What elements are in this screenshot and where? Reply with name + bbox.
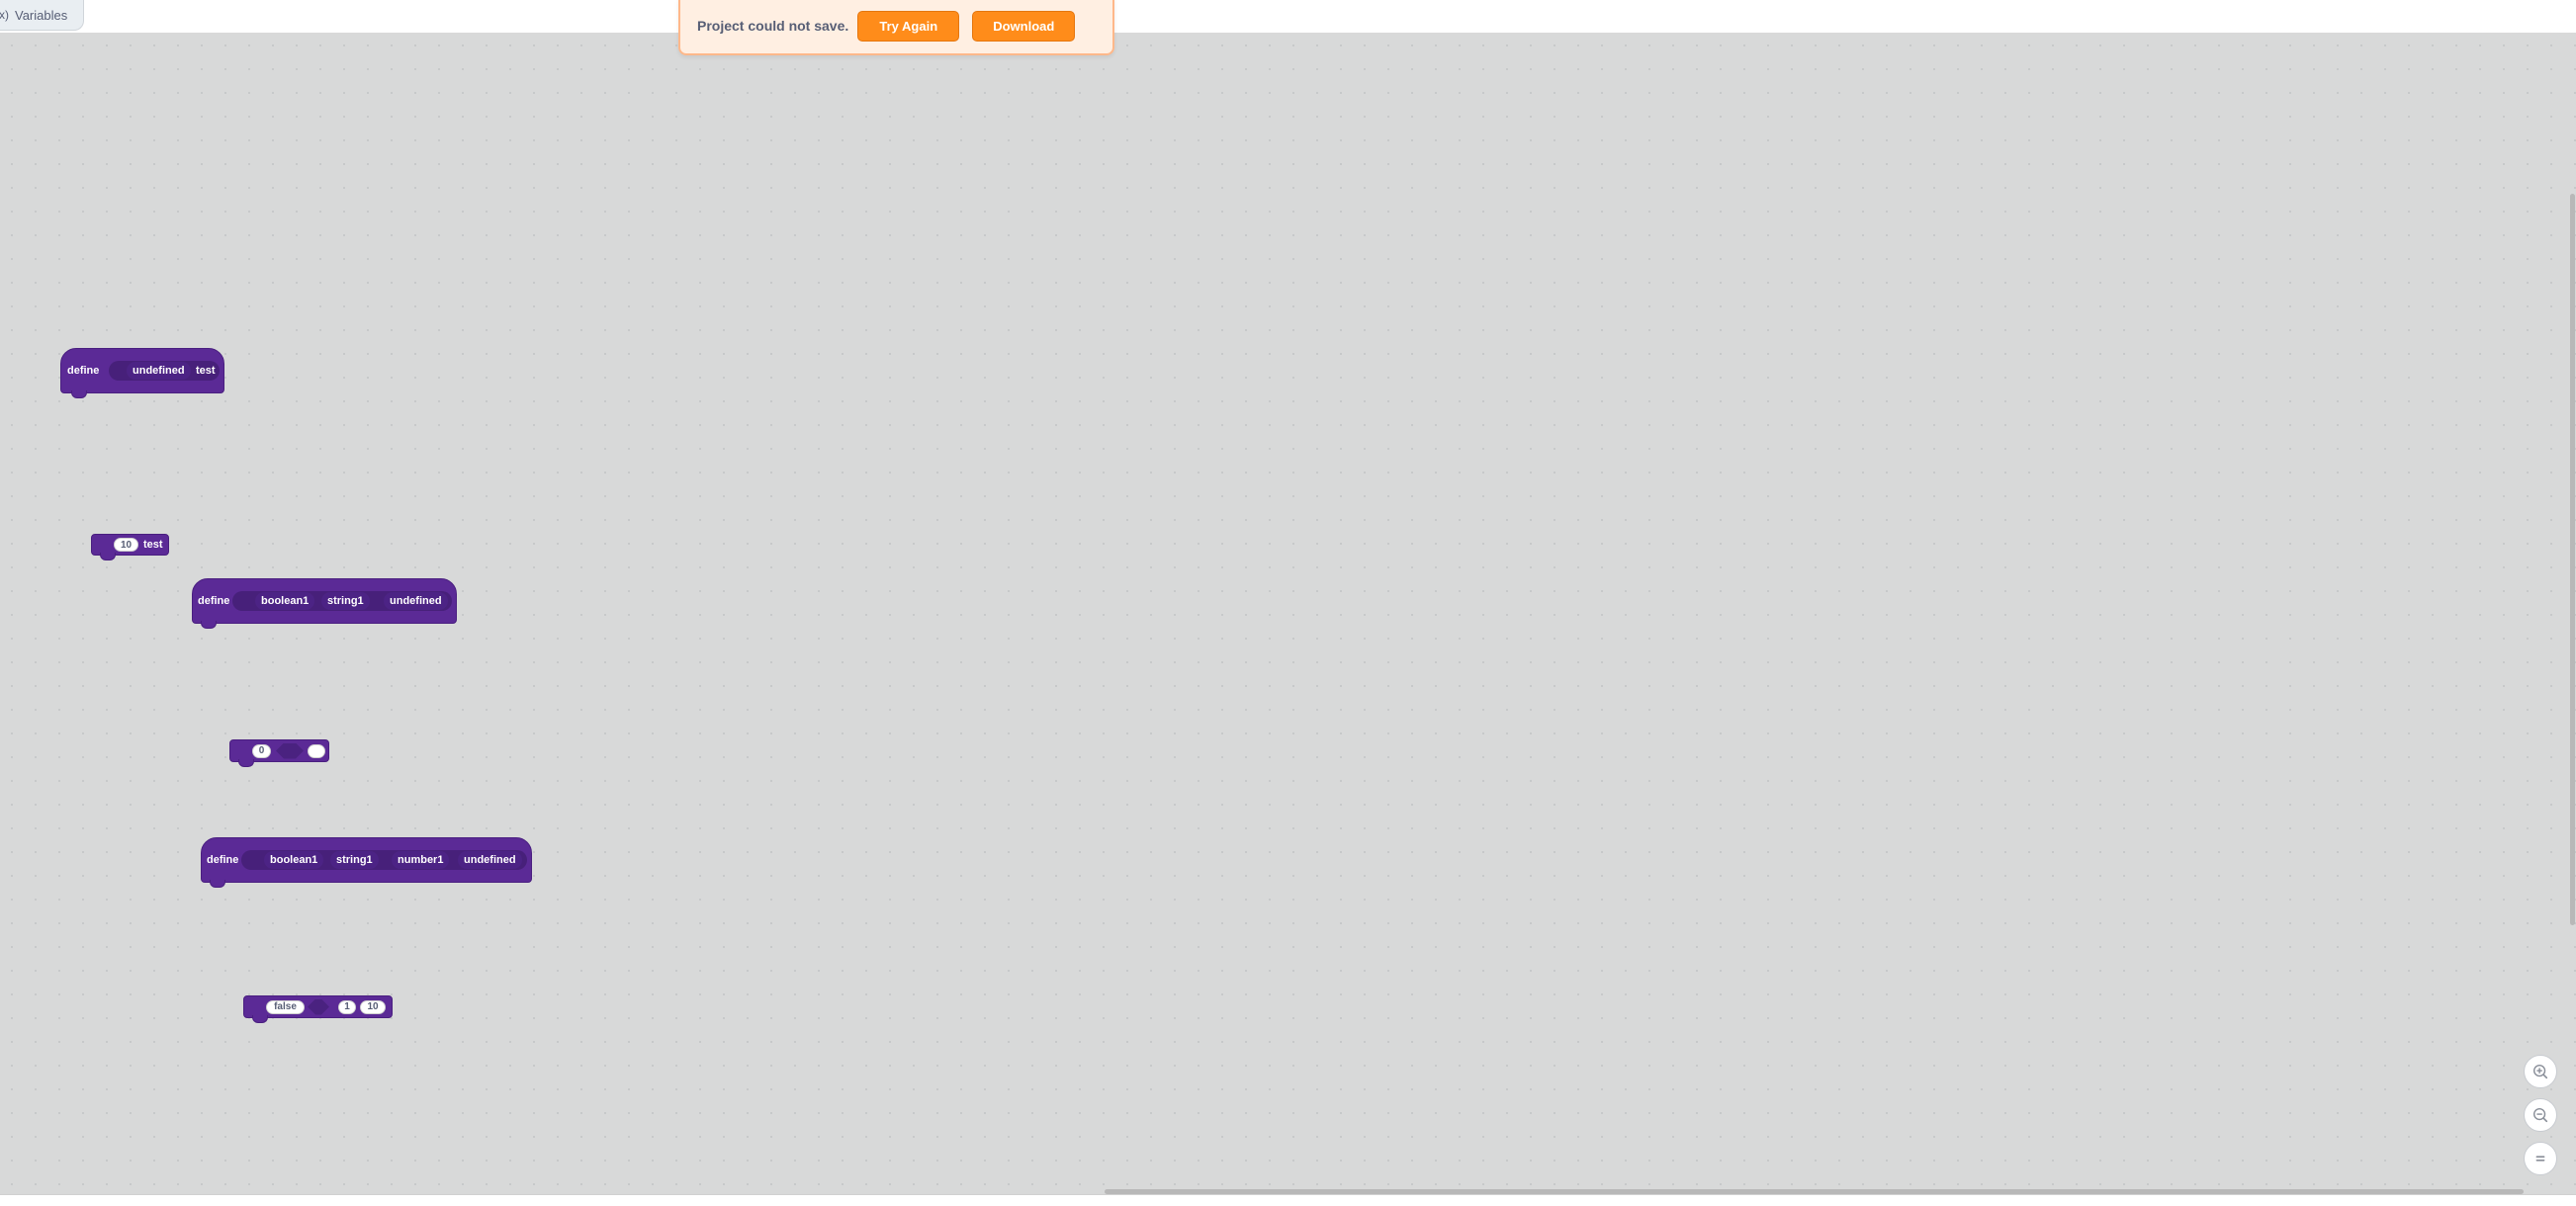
procedure-call-block[interactable]: 10 test xyxy=(91,534,169,560)
define-block[interactable]: define boolean1 string1 number1 undefine… xyxy=(201,837,532,888)
arg-reporter[interactable]: undefined xyxy=(384,592,448,610)
save-error-alert: Project could not save. Try Again Downlo… xyxy=(678,0,1114,55)
arg-reporter[interactable]: undefined xyxy=(458,851,522,869)
block-notch xyxy=(252,1015,268,1023)
procedure-call-block[interactable]: false 1 10 xyxy=(243,995,393,1023)
number-input[interactable]: 10 xyxy=(114,538,138,552)
download-button[interactable]: Download xyxy=(972,10,1076,42)
zoom-reset-icon xyxy=(2535,1156,2545,1162)
number-input[interactable]: 10 xyxy=(360,999,386,1014)
text-input[interactable]: false xyxy=(266,999,305,1014)
boolean-slot[interactable] xyxy=(276,743,304,759)
top-bar: x) Variables xyxy=(0,0,2576,34)
define-keyword: define xyxy=(198,595,230,607)
arg-reporter[interactable]: undefined xyxy=(127,362,191,380)
arg-reporter[interactable]: string1 xyxy=(330,851,379,869)
arg-reporter[interactable]: boolean1 xyxy=(264,851,324,869)
number-input[interactable]: 1 xyxy=(338,999,356,1014)
block-notch xyxy=(71,390,87,398)
arg-reporter[interactable]: string1 xyxy=(321,592,370,610)
arg-reporter[interactable]: boolean1 xyxy=(255,592,315,610)
tab-label: Variables xyxy=(15,7,68,23)
try-again-button[interactable]: Try Again xyxy=(857,10,960,42)
arg-reporter[interactable]: number1 xyxy=(392,851,450,869)
number-input[interactable]: 0 xyxy=(252,743,271,758)
bottom-edge xyxy=(0,1194,2576,1206)
vertical-scrollbar[interactable] xyxy=(2570,194,2575,925)
block-notch xyxy=(210,880,225,888)
block-notch xyxy=(238,759,254,767)
zoom-in-button[interactable] xyxy=(2524,1055,2557,1088)
zoom-out-button[interactable] xyxy=(2524,1098,2557,1132)
define-keyword: define xyxy=(207,854,239,866)
boolean-slot[interactable] xyxy=(308,999,329,1015)
define-block[interactable]: define boolean1 string1 undefined xyxy=(192,578,457,629)
define-label: test xyxy=(196,365,216,377)
tab-variables[interactable]: x) Variables xyxy=(0,0,84,31)
procedure-call-block[interactable]: 0 xyxy=(229,739,329,767)
zoom-reset-button[interactable] xyxy=(2524,1142,2557,1175)
variables-icon: x) xyxy=(0,8,9,22)
zoom-in-icon xyxy=(2532,1064,2548,1079)
text-input[interactable] xyxy=(308,743,325,758)
zoom-out-icon xyxy=(2532,1107,2548,1123)
define-block[interactable]: define undefined test xyxy=(60,348,224,398)
define-keyword: define xyxy=(67,365,100,377)
code-workspace[interactable]: define undefined test 10 test define boo… xyxy=(0,34,2576,1194)
call-label: test xyxy=(143,539,163,551)
block-notch xyxy=(201,621,217,629)
alert-message: Project could not save. xyxy=(697,18,849,34)
block-notch xyxy=(100,553,116,560)
